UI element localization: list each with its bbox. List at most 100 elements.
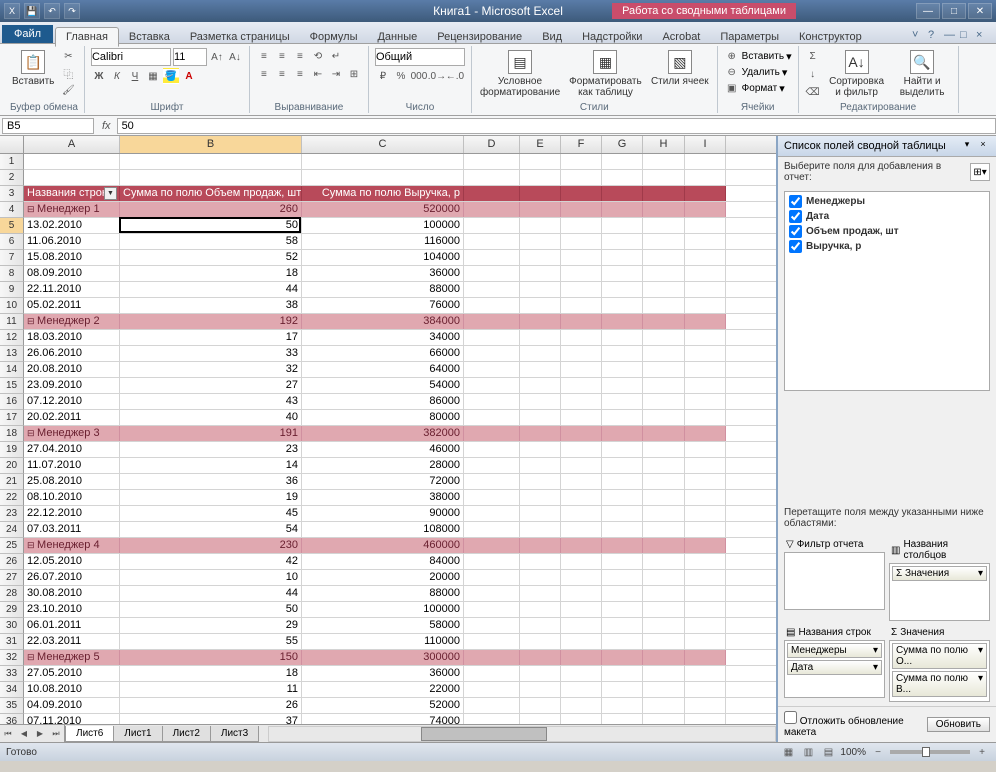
cell[interactable]: 19: [120, 490, 302, 505]
cell[interactable]: [561, 218, 602, 233]
cell[interactable]: [520, 218, 561, 233]
cell[interactable]: [520, 538, 561, 553]
cell[interactable]: 36: [120, 474, 302, 489]
help-icon[interactable]: ?: [928, 29, 942, 43]
cell[interactable]: [643, 410, 685, 425]
underline-icon[interactable]: Ч: [127, 68, 143, 84]
cell[interactable]: [302, 154, 464, 169]
insert-cells-button[interactable]: ⊕Вставить ▾: [724, 48, 792, 64]
cell[interactable]: Менеджер 4: [24, 538, 120, 553]
cell[interactable]: [561, 618, 602, 633]
cell[interactable]: 300000: [302, 650, 464, 665]
cell[interactable]: 11.07.2010: [24, 458, 120, 473]
cell[interactable]: [464, 666, 520, 681]
doc-max-icon[interactable]: □: [960, 29, 974, 43]
cell[interactable]: [520, 634, 561, 649]
column-header[interactable]: C: [302, 136, 464, 153]
cell[interactable]: [302, 170, 464, 185]
cell[interactable]: [643, 314, 685, 329]
cell[interactable]: [685, 266, 726, 281]
cell[interactable]: [561, 650, 602, 665]
increase-font-icon[interactable]: A↑: [209, 49, 225, 65]
column-header[interactable]: I: [685, 136, 726, 153]
bold-icon[interactable]: Ж: [91, 68, 107, 84]
cell[interactable]: 18.03.2010: [24, 330, 120, 345]
name-box[interactable]: [2, 118, 94, 134]
cell[interactable]: [643, 698, 685, 713]
row-header[interactable]: 19: [0, 442, 24, 458]
cell[interactable]: [685, 442, 726, 457]
cell[interactable]: [464, 426, 520, 441]
currency-icon[interactable]: ₽: [375, 68, 391, 84]
row-header[interactable]: 22: [0, 490, 24, 506]
cell[interactable]: [643, 522, 685, 537]
cell[interactable]: [685, 490, 726, 505]
cell[interactable]: [602, 490, 643, 505]
drop-field[interactable]: Менеджеры▾: [787, 643, 882, 658]
columns-drop-area[interactable]: Σ Значения▾: [889, 563, 990, 621]
cell[interactable]: [685, 154, 726, 169]
cell[interactable]: [643, 634, 685, 649]
cell[interactable]: [643, 506, 685, 521]
cell[interactable]: [520, 506, 561, 521]
tab-Вид[interactable]: Вид: [532, 28, 572, 46]
row-header[interactable]: 1: [0, 154, 24, 170]
cell[interactable]: 10.08.2010: [24, 682, 120, 697]
delete-cells-button[interactable]: ⊖Удалить ▾: [724, 64, 788, 80]
cell[interactable]: [685, 250, 726, 265]
cell[interactable]: [643, 650, 685, 665]
cell[interactable]: [520, 442, 561, 457]
cell[interactable]: [561, 186, 602, 201]
cell[interactable]: 22.11.2010: [24, 282, 120, 297]
cell[interactable]: [685, 458, 726, 473]
cell[interactable]: [685, 218, 726, 233]
column-header[interactable]: B: [120, 136, 302, 153]
cell[interactable]: 38000: [302, 490, 464, 505]
cell[interactable]: [24, 154, 120, 169]
cell[interactable]: [561, 282, 602, 297]
cell[interactable]: [120, 170, 302, 185]
format-as-table-button[interactable]: ▦Форматировать как таблицу: [566, 48, 645, 100]
cell[interactable]: [602, 714, 643, 724]
cell[interactable]: [464, 538, 520, 553]
paste-button[interactable]: 📋 Вставить: [10, 48, 56, 89]
cell[interactable]: [685, 506, 726, 521]
cell[interactable]: [602, 666, 643, 681]
cell[interactable]: 58000: [302, 618, 464, 633]
cell[interactable]: [685, 586, 726, 601]
sort-filter-button[interactable]: A↓Сортировка и фильтр: [825, 48, 889, 100]
cell[interactable]: 34000: [302, 330, 464, 345]
row-header[interactable]: 4: [0, 202, 24, 218]
cell[interactable]: 86000: [302, 394, 464, 409]
cell[interactable]: [685, 634, 726, 649]
cell[interactable]: [520, 282, 561, 297]
cell[interactable]: 108000: [302, 522, 464, 537]
maximize-button[interactable]: □: [942, 3, 966, 19]
cell[interactable]: 116000: [302, 234, 464, 249]
cell[interactable]: [643, 682, 685, 697]
cell[interactable]: [520, 170, 561, 185]
next-sheet-icon[interactable]: ▶: [32, 725, 48, 742]
cell[interactable]: [561, 458, 602, 473]
cell[interactable]: [464, 458, 520, 473]
cell[interactable]: [685, 202, 726, 217]
horizontal-scrollbar[interactable]: [268, 726, 776, 742]
fill-color-icon[interactable]: 🪣: [163, 68, 179, 84]
row-header[interactable]: 7: [0, 250, 24, 266]
cell[interactable]: 36000: [302, 266, 464, 281]
cell[interactable]: [464, 650, 520, 665]
cell[interactable]: [464, 378, 520, 393]
cell[interactable]: [685, 378, 726, 393]
cell[interactable]: [520, 682, 561, 697]
cell[interactable]: 84000: [302, 554, 464, 569]
row-header[interactable]: 20: [0, 458, 24, 474]
row-header[interactable]: 3: [0, 186, 24, 202]
cell[interactable]: [24, 170, 120, 185]
row-header[interactable]: 2: [0, 170, 24, 186]
autosum-icon[interactable]: Σ: [805, 48, 821, 64]
cell[interactable]: [602, 298, 643, 313]
cell[interactable]: 74000: [302, 714, 464, 724]
row-header[interactable]: 9: [0, 282, 24, 298]
cell[interactable]: [643, 362, 685, 377]
cell[interactable]: 104000: [302, 250, 464, 265]
